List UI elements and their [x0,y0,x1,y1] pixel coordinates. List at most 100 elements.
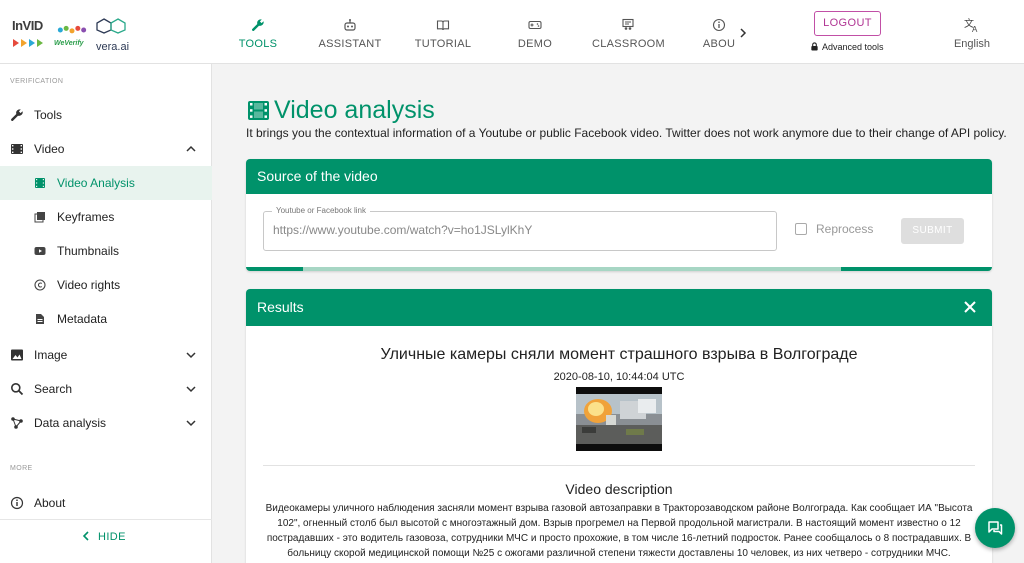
reprocess-checkbox[interactable]: Reprocess [795,222,873,236]
nav-tab-classroom[interactable]: CLASSROOM [592,0,665,64]
sidebar-section-verification: VERIFICATION [10,78,64,85]
sidebar-item-label: Video [34,142,65,156]
logo-group[interactable]: InVID WeVerify vera.ai [12,14,212,54]
chat-icon [988,521,1003,535]
video-description-title: Video description [565,481,673,497]
vera-logo-text: vera.ai [96,41,130,53]
chevron-down-icon[interactable] [186,384,196,394]
sidebar-item-video[interactable]: Video [0,132,212,166]
video-link-field[interactable]: Youtube or Facebook link [263,206,777,251]
gamepad-icon [528,20,542,30]
nav-tab-demo[interactable]: DEMO [512,0,558,64]
sidebar-item-about[interactable]: About [0,486,212,520]
sidebar-item-tools[interactable]: Tools [0,98,212,132]
image-icon [11,349,23,361]
source-card: Source of the video Youtube or Facebook … [246,159,992,271]
hide-sidebar-button[interactable]: HIDE [82,531,126,543]
sidebar-item-label: About [34,496,66,510]
sidebar-item-label: Data analysis [34,416,107,430]
weverify-logo: WeVerify [54,22,92,47]
robot-icon [344,19,356,31]
document-icon [36,314,44,324]
weverify-logo-text: WeVerify [54,40,84,47]
video-date: 2020-08-10, 10:44:04 UTC [553,371,685,383]
nav-tab-assistant[interactable]: ASSISTANT [316,0,384,64]
results-card-header: Results [246,289,992,326]
video-thumbnail[interactable] [576,387,662,451]
sidebar-item-search[interactable]: Search [0,372,212,406]
svg-text:A: A [972,25,978,33]
invid-logo-text: InVID [12,18,43,33]
vera-logo-mark [96,18,126,34]
nav-tab-label: TOOLS [238,38,278,50]
page-title: Video analysis [248,96,435,125]
film-icon [35,178,45,188]
network-icon [11,417,23,429]
sidebar-divider [0,519,212,520]
translate-icon: 文A [964,17,978,33]
film-icon [11,144,23,154]
video-description-body: Видеокамеры уличного наблюдения засняли … [265,503,973,559]
submit-button[interactable]: SUBMIT [901,218,964,244]
nav-tab-label: TUTORIAL [414,38,472,50]
info-icon [712,18,726,32]
video-link-input[interactable] [273,223,763,237]
nav-tab-label: ABOU [702,38,736,50]
advanced-tools-status[interactable]: Advanced tools [810,42,884,52]
sidebar-item-metadata[interactable]: Metadata [0,302,212,336]
results-card: Results Уличные камеры сняли момент стра… [246,289,992,563]
language-label: English [953,38,991,50]
nav-tab-tutorial[interactable]: TUTORIAL [412,0,474,64]
invid-logo-triangles [13,34,49,52]
sidebar-item-data-analysis[interactable]: Data analysis [0,406,212,440]
video-link-label: Youtube or Facebook link [272,206,370,215]
lock-icon [811,42,818,51]
invid-logo: InVID [12,18,43,33]
progress-bar-segment [303,267,841,271]
page-description: It brings you the contextual information… [246,126,1007,140]
sidebar-item-image[interactable]: Image [0,338,212,372]
checkbox-box[interactable] [795,223,807,235]
book-icon [436,20,450,31]
chat-button[interactable] [975,508,1015,548]
close-icon[interactable] [963,300,977,314]
sidebar-item-label: Search [34,382,73,396]
nav-tab-label: ASSISTANT [318,38,382,50]
sidebar-item-label: Thumbnails [57,244,120,258]
youtube-icon [34,247,46,255]
sidebar-item-label: Metadata [57,312,108,326]
sidebar-item-keyframes[interactable]: Keyframes [0,200,212,234]
nav-tab-label: DEMO [517,38,553,50]
sidebar-item-label: Video Analysis [57,176,135,190]
chevron-down-icon[interactable] [186,350,196,360]
sidebar-item-thumbnails[interactable]: Thumbnails [0,234,212,268]
search-icon [11,383,24,396]
nav-tab-label: CLASSROOM [592,38,665,50]
sidebar-item-label: Video rights [57,278,121,292]
sidebar-item-video-rights[interactable]: Video rights [0,268,212,302]
nav-tab-tools[interactable]: TOOLS [230,0,286,64]
page-title-text: Video analysis [274,96,435,124]
sidebar-item-label: Tools [34,108,63,122]
film-icon [248,101,269,120]
logout-button[interactable]: LOGOUT [814,11,881,36]
sidebar-item-label: Image [34,348,68,362]
chevron-left-icon [82,531,89,541]
sidebar-item-label: Keyframes [57,210,115,224]
language-selector[interactable]: 文A English [948,0,996,64]
top-app-bar: InVID WeVerify vera.ai TOOLS ASSISTANT T… [0,0,1024,64]
video-thumbnail-image [576,387,662,451]
sidebar-section-more: MORE [10,465,33,472]
chevron-up-icon[interactable] [186,144,196,154]
nav-tab-about[interactable]: ABOU [702,0,736,64]
vera-logo: vera.ai [96,18,136,53]
sidebar-item-video-analysis[interactable]: Video Analysis [0,166,212,200]
hide-sidebar-label: HIDE [98,531,126,543]
info-icon [10,496,24,510]
chevron-down-icon[interactable] [186,418,196,428]
chevron-right-icon[interactable] [739,28,747,38]
wrench-icon [252,19,264,31]
wrench-icon [11,109,23,121]
copyright-icon [34,279,46,291]
loading-progress-bar [246,267,992,271]
